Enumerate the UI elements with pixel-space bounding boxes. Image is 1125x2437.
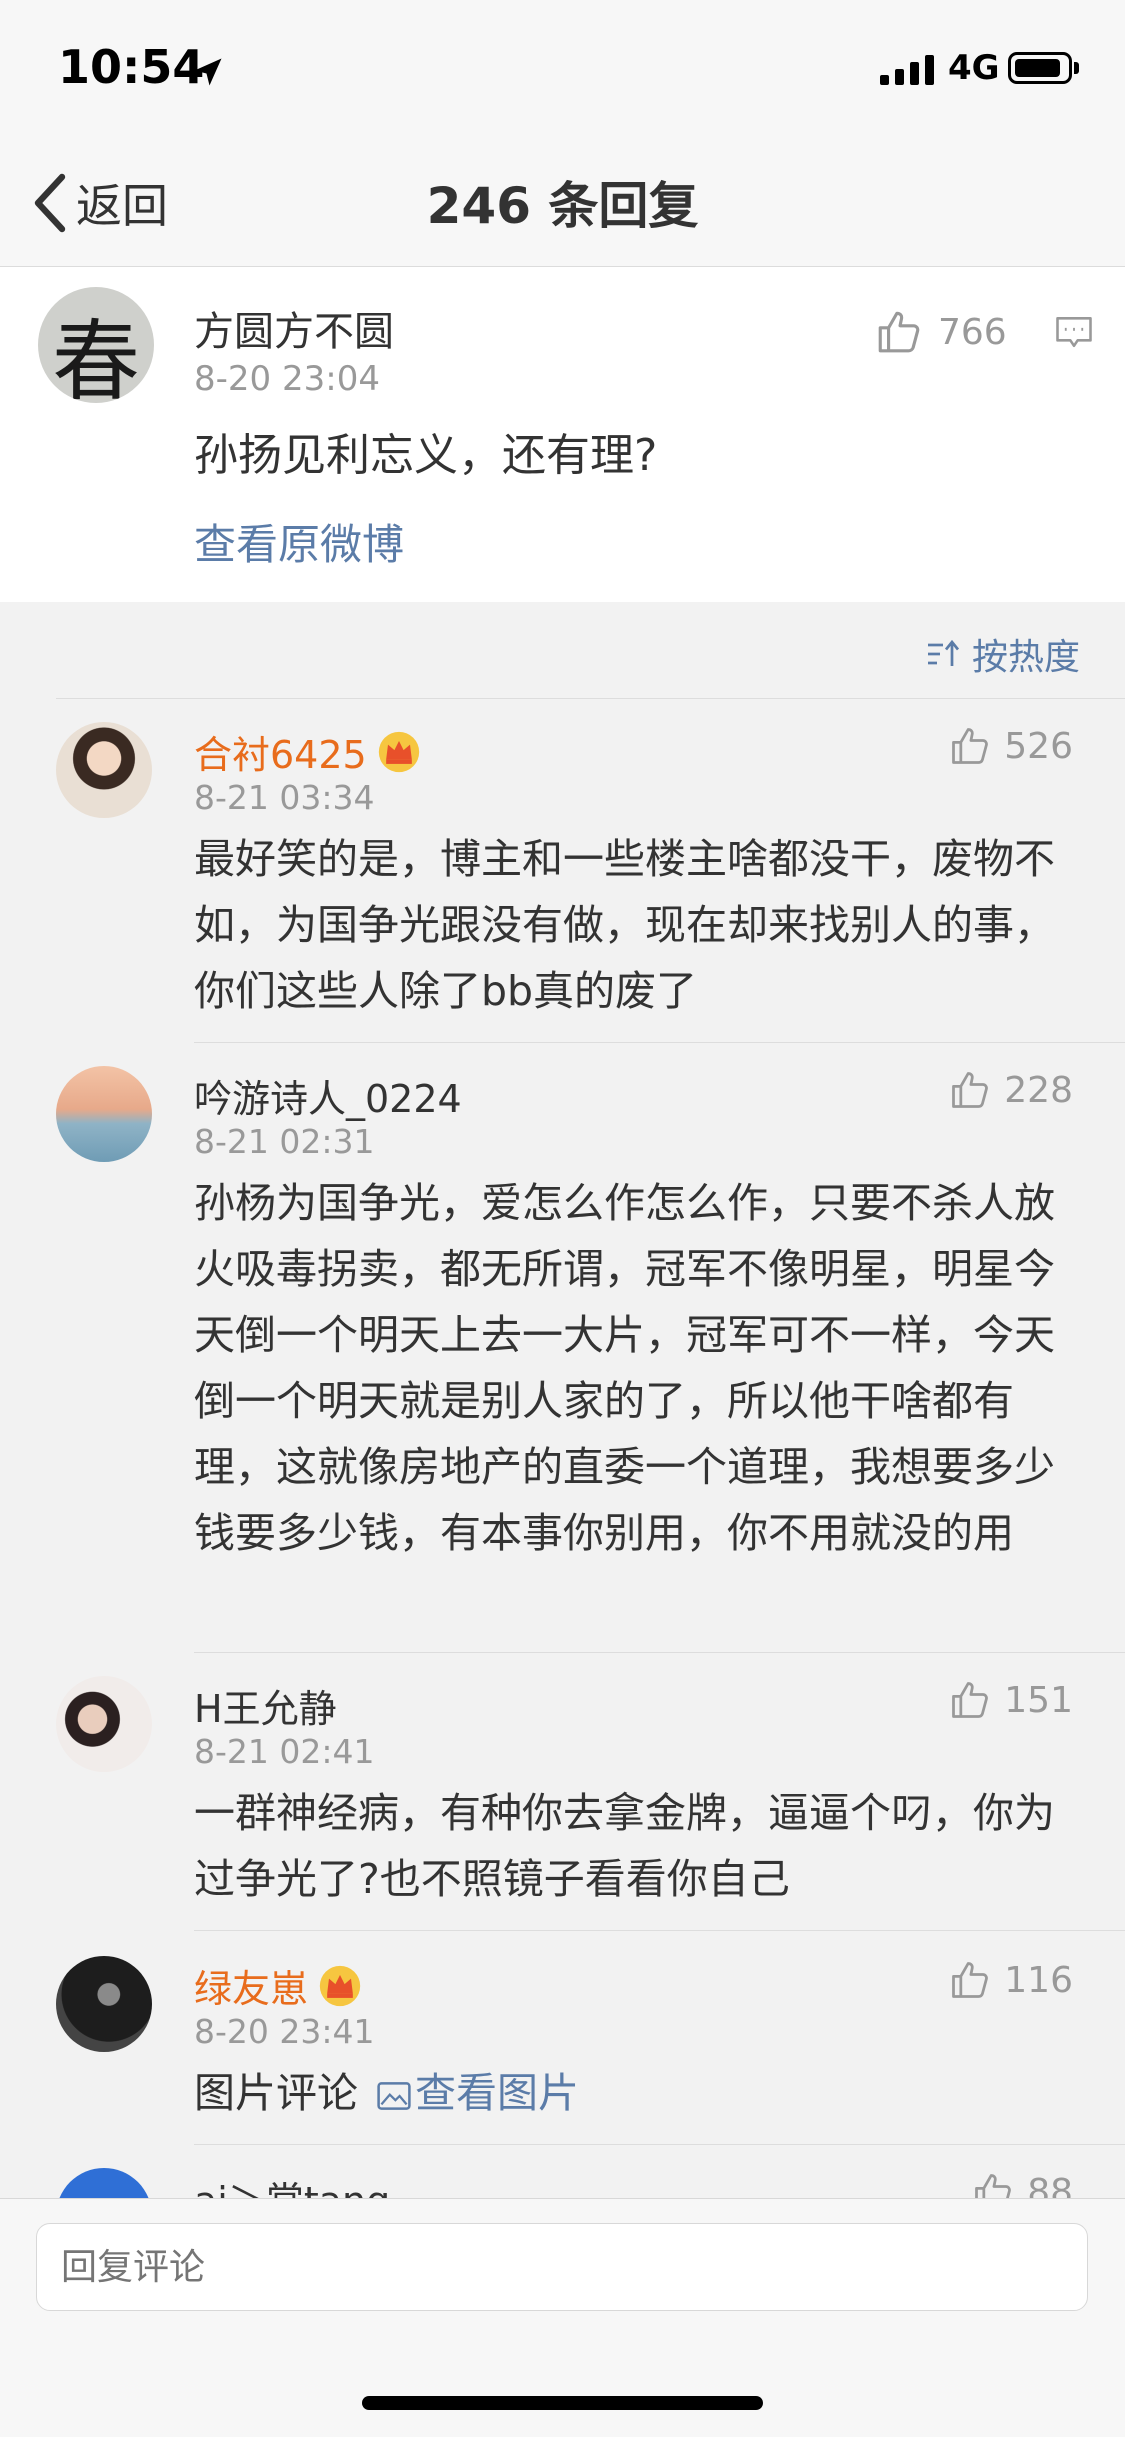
vip-crown-icon (319, 1965, 361, 2006)
reply-text: 一群神经病，有种你去拿金牌，逼逼个叼，你为过争光了?也不照镜子看看你自己 (194, 1789, 1055, 1903)
like-button[interactable]: 526 (948, 724, 1073, 768)
like-count: 88 (1027, 2171, 1073, 2199)
username-text: 吟游诗人_0224 (194, 1077, 462, 1121)
divider (194, 1042, 1125, 1043)
avatar[interactable] (56, 722, 152, 818)
battery-fill (1015, 59, 1061, 77)
comment-icon[interactable] (1052, 311, 1096, 355)
avatar[interactable]: 春 (38, 287, 154, 403)
image-icon (377, 2082, 411, 2110)
reply-item: 吟游诗人_0224 8-21 02:31 孙杨为国争光，爱怎么作怎么作，只要不杀… (0, 1066, 1125, 1652)
reply-text: 最好笑的是，博主和一些楼主啥都没干，废物不如，为国争光跟没有做，现在却来找别人的… (194, 835, 1055, 1015)
reply-username[interactable]: 绿友崽 (194, 1958, 362, 2013)
like-button[interactable]: 151 (948, 1678, 1073, 1722)
like-button[interactable]: 116 (948, 1958, 1073, 2002)
nav-bar: 返回 246 条回复 (0, 138, 1125, 267)
like-count: 228 (1004, 1069, 1073, 1111)
username-text: 绿友崽 (194, 1967, 309, 2011)
reply-item: ai＞棠tang 88 (0, 2168, 1125, 2198)
username-text: 合衬6425 (194, 733, 367, 777)
timestamp: 8-21 03:34 (194, 778, 375, 817)
like-count: 151 (1004, 1679, 1073, 1721)
timestamp: 8-20 23:41 (194, 2012, 375, 2051)
thumbs-up-icon (878, 311, 920, 353)
thumbs-up-icon (952, 1682, 989, 1718)
username-text: ai＞棠tang (194, 2170, 390, 2198)
sort-label: 按热度 (972, 637, 1081, 678)
timestamp: 8-20 23:04 (194, 359, 380, 399)
reply-item: 合衬6425 8-21 03:34 最好笑的是，博主和一些楼主啥都没干，废物不如… (0, 722, 1125, 1042)
avatar[interactable] (56, 2168, 152, 2198)
reply-username[interactable]: 合衬6425 (194, 724, 421, 779)
network-label: 4G (948, 48, 1000, 88)
reply-text: 图片评论 查看图片 (194, 2060, 1074, 2126)
reply-item: 绿友崽 8-20 23:41 图片评论 查看图片 116 (0, 1956, 1125, 2144)
divider (56, 698, 1125, 699)
timestamp: 8-21 02:41 (194, 1732, 375, 1771)
avatar[interactable] (56, 1066, 152, 1162)
status-bar: 10:54 4G (0, 0, 1125, 138)
sort-icon (928, 639, 960, 666)
thumbs-up-icon (952, 1962, 989, 1998)
comment-text: 孙扬见利忘义，还有理? (194, 430, 658, 481)
like-count: 526 (1004, 725, 1073, 767)
battery-icon (1008, 52, 1072, 84)
thumbs-up-icon (975, 2174, 1012, 2198)
reply-item: H王允静 8-21 02:41 一群神经病，有种你去拿金牌，逼逼个叼，你为过争光… (0, 1676, 1125, 1930)
like-button[interactable]: 228 (948, 1068, 1073, 1112)
status-time: 10:54 (58, 40, 205, 94)
like-button[interactable]: 766 (874, 307, 1007, 357)
divider (194, 2144, 1125, 2145)
view-original-link[interactable]: 查看原微博 (194, 511, 404, 572)
divider (194, 1652, 1125, 1653)
reply-input[interactable] (36, 2223, 1088, 2311)
reply-username[interactable]: ai＞棠tang (194, 2170, 390, 2198)
view-image-link[interactable]: 查看图片 (371, 2069, 579, 2117)
username-text: H王允静 (194, 1687, 337, 1731)
reply-username[interactable]: H王允静 (194, 1678, 337, 1733)
home-indicator[interactable] (362, 2396, 763, 2410)
like-count: 116 (1004, 1959, 1073, 2001)
vip-crown-icon (378, 731, 419, 772)
signal-icon (880, 55, 934, 85)
image-comment-label: 图片评论 (194, 2069, 358, 2117)
username[interactable]: 方圆方不圆 (194, 299, 394, 357)
avatar[interactable] (56, 1676, 152, 1772)
timestamp: 8-21 02:31 (194, 1122, 375, 1161)
main-comment: 春 方圆方不圆 8-20 23:04 孙扬见利忘义，还有理? 查看原微博 766 (0, 267, 1125, 602)
battery-tip (1074, 62, 1079, 74)
location-arrow-icon (194, 58, 222, 86)
sort-by-hot-button[interactable]: 按热度 (924, 628, 1080, 680)
like-button[interactable]: 88 (971, 2170, 1073, 2198)
thumbs-up-icon (952, 1072, 989, 1108)
thumbs-up-icon (952, 728, 989, 764)
avatar[interactable] (56, 1956, 152, 2052)
reply-username[interactable]: 吟游诗人_0224 (194, 1068, 462, 1123)
divider (194, 1930, 1125, 1931)
view-image-label: 查看图片 (415, 2069, 580, 2117)
reply-text: 孙杨为国争光，爱怎么作怎么作，只要不杀人放火吸毒拐卖，都无所谓，冠军不像明星，明… (194, 1179, 1055, 1557)
like-count: 766 (938, 311, 1007, 353)
avatar-character: 春 (51, 310, 140, 403)
page-title: 246 条回复 (426, 177, 699, 235)
